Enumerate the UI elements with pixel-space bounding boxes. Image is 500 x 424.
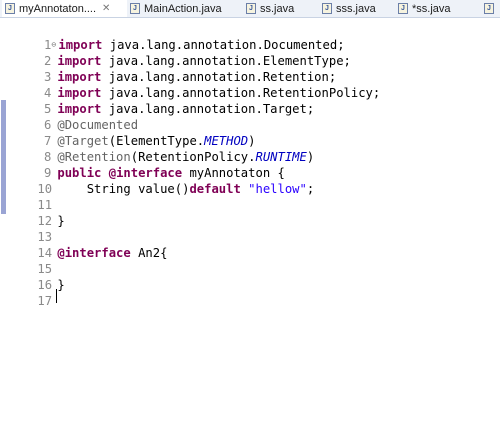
text-caret (56, 289, 57, 303)
editor-tab-bar: J myAnnotaton.... ✕ J MainAction.java J … (0, 0, 500, 18)
tab-myannotaton[interactable]: J myAnnotaton.... ✕ (2, 0, 127, 17)
code-line: 6 @Documented (8, 101, 138, 132)
code-line: 15 (8, 245, 52, 276)
java-file-icon: J (484, 3, 494, 14)
tab-label: MainAction.java (144, 2, 222, 15)
code-line: 12} (37, 214, 65, 228)
code-line: 3 import java.lang.annotation.Retention; (8, 53, 336, 84)
code-line: 4 import java.lang.annotation.RetentionPo… (8, 69, 380, 100)
code-line: 5 import java.lang.annotation.Target; (8, 85, 314, 116)
tab-mainaction[interactable]: J MainAction.java (130, 0, 222, 17)
code-line: 2 import java.lang.annotation.ElementType… (8, 37, 351, 68)
code-line: 14 @interface An2{ (37, 246, 168, 260)
tab-label: sss.java (336, 2, 376, 15)
code-line: 17 (8, 277, 52, 308)
code-line: 9 public @interface myAnnotaton { (8, 149, 285, 180)
code-line: 8 @Retention(RetentionPolicy.RUNTIME) (8, 133, 314, 164)
java-file-icon: J (398, 3, 408, 14)
tab-ss[interactable]: J ss.java (246, 0, 294, 17)
tab-label: *ss.java (412, 2, 451, 15)
code-line: 1⊖ import java.lang.annotation.Documented… (8, 21, 345, 52)
java-file-icon: J (322, 3, 332, 14)
quick-diff-ruler (0, 18, 8, 424)
code-line: 7 @Target(ElementType.METHOD) (8, 117, 255, 148)
code-editor[interactable]: 1⊖ import java.lang.annotation.Documented… (0, 18, 500, 424)
tab-label: myAnnotaton.... (19, 2, 97, 15)
quick-diff-marker (1, 100, 6, 214)
code-line: 11 (8, 181, 52, 212)
code-line: 13 (8, 213, 52, 244)
close-icon[interactable]: ✕ (102, 3, 110, 14)
tab-overflow[interactable]: J (484, 0, 498, 17)
tab-sss[interactable]: J sss.java (322, 0, 376, 17)
java-file-icon: J (246, 3, 256, 14)
tab-ss-dirty[interactable]: J *ss.java (398, 0, 451, 17)
code-line: 16} (37, 278, 65, 292)
line-number: 17 (37, 294, 53, 308)
code-line: 10 String value()default "hellow"; (37, 182, 315, 196)
tab-label: ss.java (260, 2, 295, 15)
java-file-icon: J (130, 3, 140, 14)
java-file-icon: J (5, 3, 15, 14)
